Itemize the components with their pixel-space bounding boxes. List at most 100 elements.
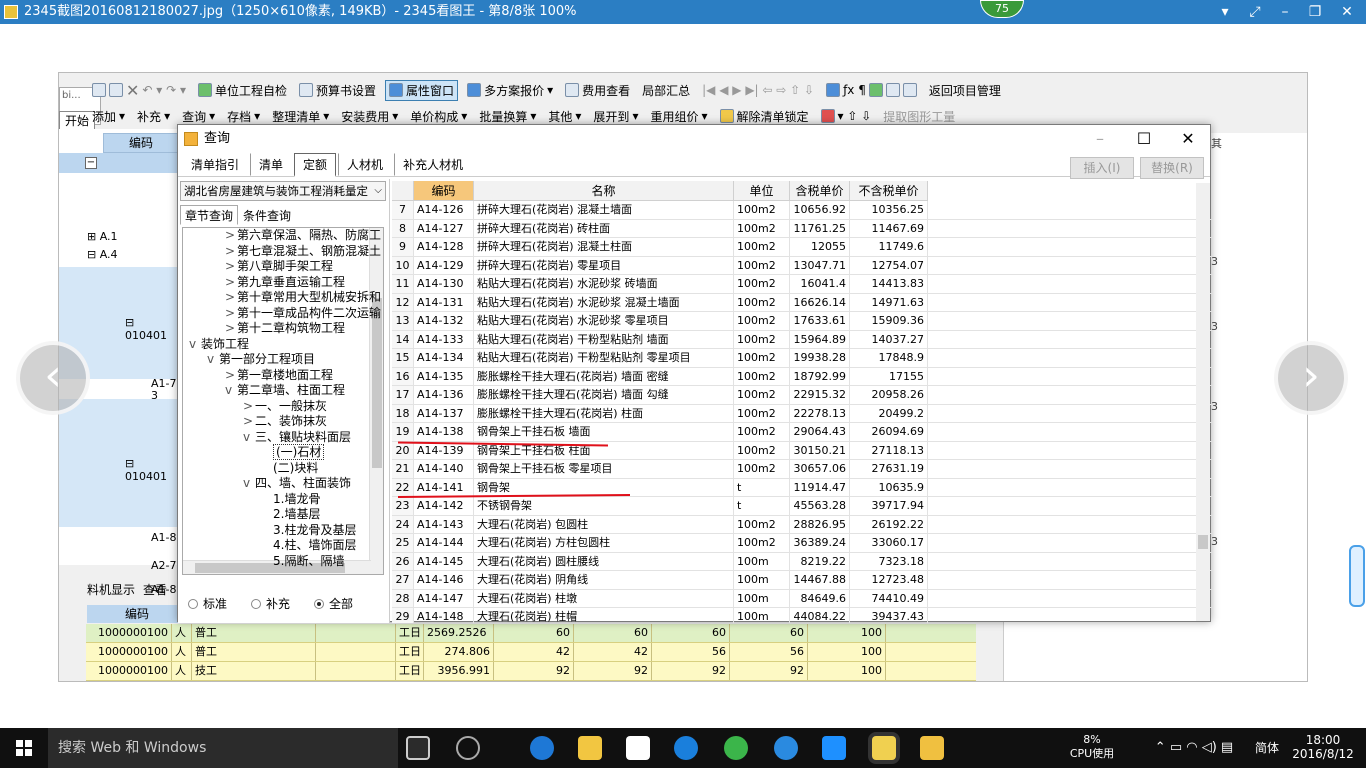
header-name[interactable]: 名称 — [474, 181, 734, 201]
table-row[interactable]: 27 A14-146 大理石(花岗岩) 阴角线 100m 14467.88 12723.4… — [392, 571, 1212, 590]
tree-item[interactable]: > 第七章混凝土、钢筋混凝土 — [225, 243, 381, 259]
tree-item[interactable]: (二)块料 — [261, 460, 318, 476]
chevron-down-icon[interactable]: ▾ — [1210, 0, 1240, 24]
add-button[interactable]: 添加 ▾ — [89, 107, 128, 126]
multi-quote-button[interactable]: 多方案报价 ▾ — [464, 81, 556, 100]
tree-item[interactable]: > 一、一般抹灰 — [243, 398, 327, 414]
expand-icon[interactable]: > — [243, 413, 255, 429]
header-notax-price[interactable]: 不含税单价 — [850, 181, 928, 201]
quota-library-select[interactable]: 湖北省房屋建筑与装饰工程消耗量定 ⌵ — [180, 181, 386, 201]
tree-item[interactable]: 3.柱龙骨及基层 — [261, 522, 356, 538]
tree-item[interactable]: v 装饰工程 — [189, 336, 249, 352]
collapse-icon[interactable]: − — [85, 157, 97, 169]
grid-vscrollbar[interactable] — [1196, 183, 1210, 621]
return-project-button[interactable]: 返回项目管理 — [926, 81, 1004, 100]
table-row[interactable]: 21 A14-140 钢骨架上干挂石板 零星项目 100m2 30657.06 27631… — [392, 460, 1212, 479]
fullscreen-icon[interactable]: ⤢ — [1240, 0, 1270, 24]
self-check-button[interactable]: 单位工程自检 — [195, 81, 290, 100]
tree-item[interactable]: 4.柱、墙饰面层 — [261, 537, 356, 553]
header-unit[interactable]: 单位 — [734, 181, 790, 201]
tree-node[interactable]: ⊟ 010401 — [125, 316, 178, 342]
table-row[interactable]: 29 A14-148 大理石(花岗岩) 柱帽 100m 44084.22 39437.43 — [392, 608, 1212, 623]
tab-chapter-query[interactable]: 章节查询 — [180, 205, 239, 225]
tree-item[interactable]: > 第十一章成品构件二次运输 — [225, 305, 381, 321]
side-handle[interactable] — [1349, 545, 1365, 607]
expand-icon[interactable]: v — [243, 475, 255, 491]
app-browser-icon[interactable] — [774, 736, 798, 760]
table-row[interactable]: 14 A14-133 粘贴大理石(花岗岩) 干粉型粘贴剂 墙面 100m2 15964.… — [392, 330, 1212, 349]
reuse-price-button[interactable]: 重用组价 ▾ — [647, 107, 710, 126]
clock[interactable]: 18:00 2016/8/12 — [1290, 733, 1356, 773]
tab-labor-material[interactable]: 人材机 — [338, 153, 392, 176]
tree-item[interactable]: > 第八章脚手架工程 — [225, 258, 333, 274]
cpu-indicator[interactable]: 8% CPU使用 — [1062, 733, 1122, 773]
maximize-icon[interactable]: ☐ — [1122, 125, 1166, 153]
taskbar-search[interactable]: 搜索 Web 和 Windows — [48, 728, 398, 768]
table-row[interactable]: 23 A14-142 不锈钢骨架 t 45563.28 39717.94 — [392, 497, 1212, 516]
expand-icon[interactable]: v — [189, 336, 201, 352]
header-tax-price[interactable]: 含税单价 — [790, 181, 850, 201]
fee-view-button[interactable]: 费用查看 — [562, 81, 633, 100]
table-row[interactable]: 24 A14-143 大理石(花岗岩) 包圆柱 100m2 28826.95 26192.… — [392, 515, 1212, 534]
color-button[interactable]: ▾ ⇧ ⇩ — [818, 108, 875, 124]
expand-icon[interactable]: v — [243, 429, 255, 445]
partial-summary-button[interactable]: 局部汇总 — [639, 81, 693, 100]
radio-all[interactable]: 全部 — [314, 595, 353, 612]
store-icon[interactable] — [626, 736, 650, 760]
tree-item[interactable]: > 二、装饰抹灰 — [243, 413, 327, 429]
unlock-list-button[interactable]: 解除清单锁定 — [717, 107, 812, 126]
image-viewer-icon[interactable] — [872, 736, 896, 760]
query-button[interactable]: 查询 ▾ — [179, 107, 218, 126]
tree-item[interactable]: > 第十二章构筑物工程 — [225, 320, 345, 336]
expand-icon[interactable]: > — [225, 367, 237, 383]
budget-app-icon[interactable] — [920, 736, 944, 760]
tab-view[interactable]: 查看 — [143, 581, 167, 601]
tab-supplement-material[interactable]: 补充人材机 — [394, 153, 472, 176]
restore-icon[interactable]: ❐ — [1300, 0, 1330, 24]
minimize-icon[interactable]: – — [1078, 125, 1122, 153]
table-row[interactable]: 28 A14-147 大理石(花岗岩) 柱墩 100m 84649.6 74410.49 — [392, 589, 1212, 608]
app-green-icon[interactable] — [724, 736, 748, 760]
next-image-button[interactable]: › — [1274, 341, 1348, 415]
nav-arrows[interactable]: |◀ ◀ ▶ ▶| ⇦ ⇨ ⇧ ⇩ — [699, 82, 817, 98]
tree-item[interactable]: v 第一部分工程项目 — [207, 351, 315, 367]
table-row[interactable]: 1000000100 人技工 工日 3956.991 92 92 92 92 100 — [86, 662, 976, 681]
radio-standard[interactable]: 标准 — [188, 595, 227, 612]
table-row[interactable]: 11 A14-130 粘贴大理石(花岗岩) 水泥砂浆 砖墙面 100m2 16041.4… — [392, 275, 1212, 294]
tab-quota[interactable]: 定额 — [294, 152, 337, 177]
supplement-button[interactable]: 补充 ▾ — [134, 107, 173, 126]
tree-item[interactable]: 2.墙基层 — [261, 506, 320, 522]
close-icon[interactable]: ✕ — [1166, 125, 1210, 153]
windows-start-icon[interactable] — [0, 728, 48, 768]
table-row[interactable]: 18 A14-137 膨胀螺栓干挂大理石(花岗岩) 柱面 100m2 22278.13 2… — [392, 404, 1212, 423]
task-view-icon[interactable] — [406, 736, 430, 760]
table-row[interactable]: 8 A14-127 拼碎大理石(花岗岩) 砖柱面 100m2 11761.25 11467… — [392, 219, 1212, 238]
prev-image-button[interactable]: ‹ — [16, 341, 90, 415]
tree-item[interactable]: > 第一章楼地面工程 — [225, 367, 333, 383]
app-swirl-icon[interactable] — [456, 736, 480, 760]
table-row[interactable]: 10 A14-129 拼碎大理石(花岗岩) 零星项目 100m2 13047.71 127… — [392, 256, 1212, 275]
table-row[interactable]: 16 A14-135 膨胀螺栓干挂大理石(花岗岩) 墙面 密缝 100m2 18792.… — [392, 367, 1212, 386]
tree-item[interactable]: v 四、墙、柱面装饰 — [243, 475, 351, 491]
tree-node[interactable]: ⊞ A.1 — [87, 230, 118, 243]
table-row[interactable]: 15 A14-134 粘贴大理石(花岗岩) 干粉型粘贴剂 零星项目 100m2 1993… — [392, 349, 1212, 368]
tree-item[interactable]: v 第二章墙、柱面工程 — [225, 382, 345, 398]
expand-icon[interactable]: > — [225, 228, 237, 243]
table-row[interactable]: 1000000100 人普工 工日 2569.2526 60 60 60 60 100 — [86, 624, 976, 643]
archive-button[interactable]: 存档 ▾ — [224, 107, 263, 126]
tree-item[interactable]: 1.墙龙骨 — [261, 491, 320, 507]
tab-list-guide[interactable]: 清单指引 — [182, 153, 248, 176]
table-row[interactable]: 9 A14-128 拼碎大理石(花岗岩) 混凝土柱面 100m2 12055 11749.… — [392, 238, 1212, 257]
replace-button[interactable]: 替换(R) — [1140, 157, 1204, 179]
app-plus-icon[interactable] — [822, 736, 846, 760]
expand-icon[interactable]: > — [225, 320, 237, 336]
table-row[interactable]: 17 A14-136 膨胀螺栓干挂大理石(花岗岩) 墙面 勾缝 100m2 22915.… — [392, 386, 1212, 405]
explorer-icon[interactable] — [578, 736, 602, 760]
table-row[interactable]: 13 A14-132 粘贴大理石(花岗岩) 水泥砂浆 零星项目 100m2 17633.… — [392, 312, 1212, 331]
edge-icon[interactable] — [530, 736, 554, 760]
tree-node[interactable]: ⊟ 010401 — [125, 457, 178, 483]
close-icon[interactable]: ✕ — [1332, 0, 1362, 24]
radio-supplement[interactable]: 补充 — [251, 595, 290, 612]
tree-node[interactable]: ⊟ A.4 — [87, 248, 118, 261]
tree-item[interactable]: 5.隔断、隔墙 — [261, 553, 344, 569]
